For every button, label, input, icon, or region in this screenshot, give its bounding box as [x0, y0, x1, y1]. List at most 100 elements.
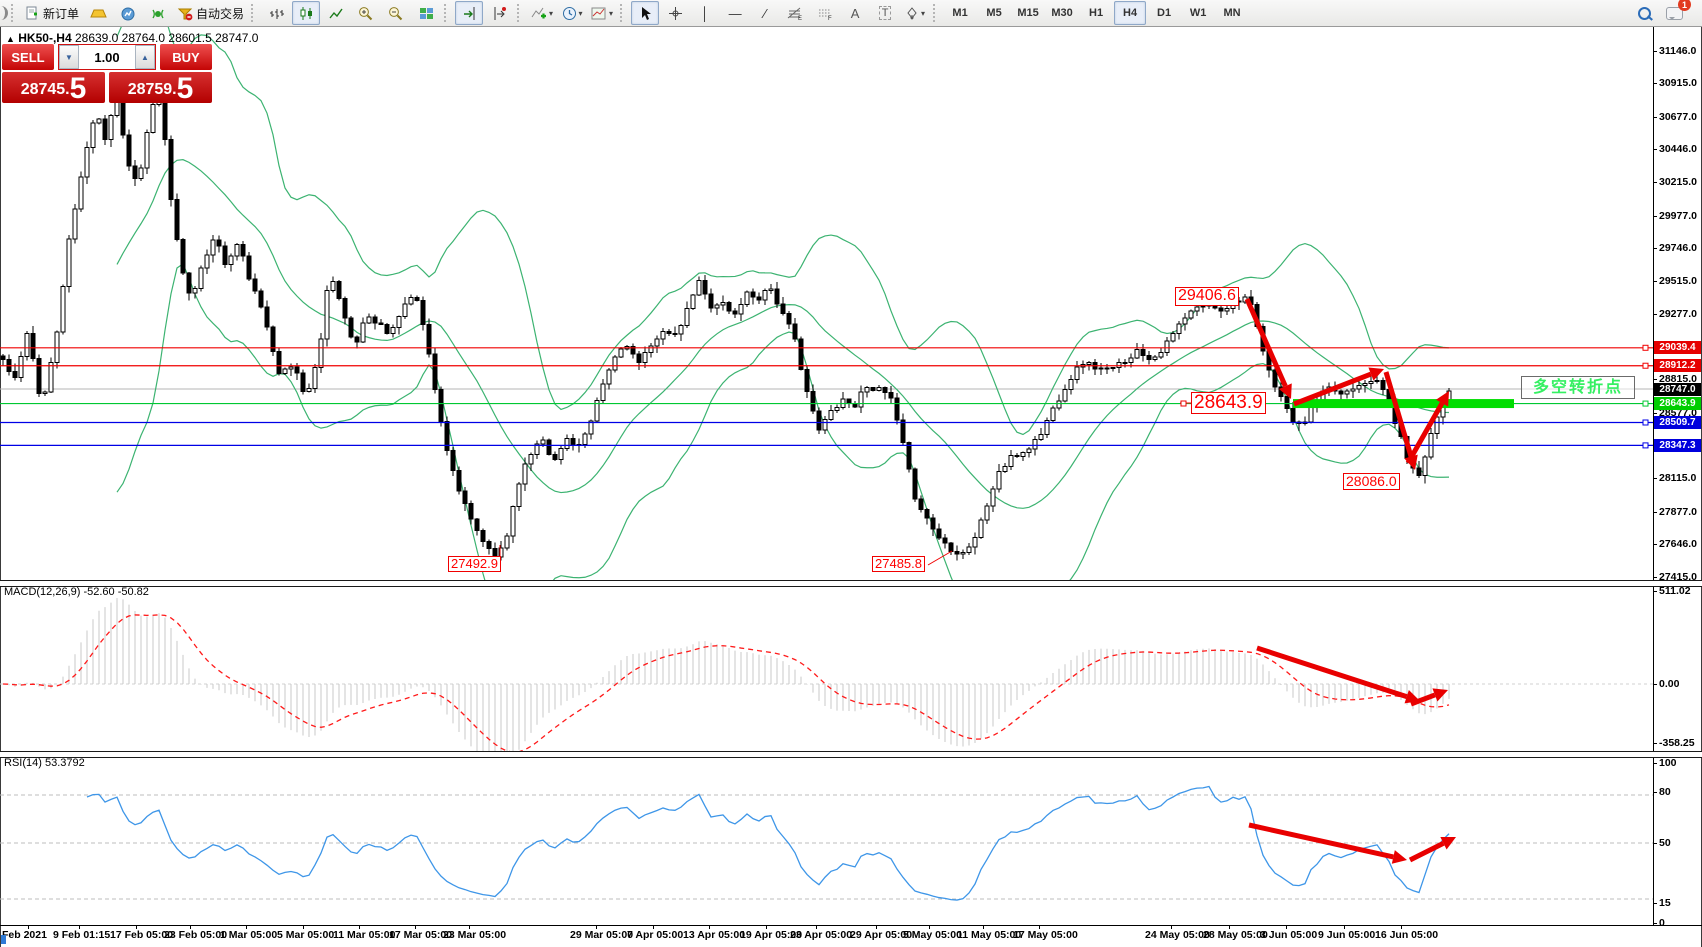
channels-button[interactable]: F — [811, 1, 839, 25]
channels-icon: F — [817, 6, 833, 21]
horizontal-line-button[interactable]: — — [721, 1, 749, 25]
buy-price-big-digit: 5 — [177, 76, 194, 102]
timeframe-w1[interactable]: W1 — [1182, 1, 1214, 25]
price-axis-tick-mark — [1653, 379, 1657, 380]
crosshair-icon — [668, 6, 683, 21]
price-axis-tick: 29277.0 — [1659, 308, 1697, 320]
buy-button[interactable]: BUY — [160, 44, 212, 70]
label-button[interactable]: T — [871, 1, 899, 25]
timeframe-h1[interactable]: H1 — [1080, 1, 1112, 25]
search-icon — [1638, 7, 1651, 20]
signal-button[interactable] — [144, 1, 172, 25]
indicators-icon — [531, 6, 547, 21]
time-axis-label: 11 Mar 05:00 — [333, 929, 395, 941]
candlestick-chart-button[interactable] — [292, 1, 320, 25]
price-axis-tick-mark — [1653, 83, 1657, 84]
rsi-axis-tick: 15 — [1659, 897, 1671, 909]
shapes-button[interactable]: ▾ — [901, 1, 929, 25]
time-axis-label: 7 Apr 05:00 — [627, 929, 683, 941]
auto-trading-label: 自动交易 — [196, 5, 244, 22]
ohlc-values: 28639.0 28764.0 28601.5 28747.0 — [75, 31, 259, 45]
timeframe-d1[interactable]: D1 — [1148, 1, 1180, 25]
gold-button[interactable] — [84, 1, 112, 25]
taskbar-fragment — [1, 935, 6, 944]
timeframe-m1[interactable]: M1 — [944, 1, 976, 25]
periods-button[interactable]: ▾ — [558, 1, 586, 25]
volume-decrease-button[interactable]: ▼ — [59, 45, 79, 69]
new-order-button[interactable]: 新订单 — [22, 1, 82, 25]
sell-price-main: 28745. — [21, 80, 70, 102]
sell-price-display[interactable]: 28745.5 — [2, 72, 105, 103]
market-watch-icon — [120, 6, 136, 21]
macd-indicator-label: MACD(12,26,9) -52.60 -50.82 — [4, 586, 149, 598]
price-axis-tick: 30915.0 — [1659, 77, 1697, 89]
price-callout-28643.9: 28643.9 — [1191, 392, 1266, 414]
time-axis-label: 3 Jun 05:00 — [1260, 929, 1317, 941]
rsi-axis-tick: 50 — [1659, 837, 1671, 849]
notifications-button[interactable]: 1 — [1660, 1, 1688, 25]
rsi-panel-separator[interactable] — [0, 751, 1702, 758]
timeframe-m30[interactable]: M30 — [1046, 1, 1078, 25]
turning-point-annotation: 多空转折点 — [1521, 376, 1635, 399]
price-axis-tick-mark — [1653, 248, 1657, 249]
price-axis-tick-mark — [1653, 544, 1657, 545]
tile-windows-button[interactable] — [412, 1, 440, 25]
chart-ohlc-title: ▲ HK50-,H4 28639.0 28764.0 28601.5 28747… — [6, 31, 258, 45]
toolbar-grip — [11, 4, 17, 22]
indicators-button[interactable]: ▾ — [528, 1, 556, 25]
price-axis-tick-mark — [1653, 413, 1657, 414]
fibonacci-button[interactable]: E — [781, 1, 809, 25]
auto-scroll-icon — [462, 6, 477, 21]
templates-button[interactable]: ▾ — [588, 1, 616, 25]
new-order-icon — [25, 6, 40, 21]
timeframe-h4[interactable]: H4 — [1114, 1, 1146, 25]
zoom-out-button[interactable] — [382, 1, 410, 25]
periods-caret: ▾ — [579, 9, 583, 18]
market-watch-button[interactable] — [114, 1, 142, 25]
auto-scroll-button[interactable] — [455, 1, 483, 25]
price-axis-tick-mark — [1653, 51, 1657, 52]
search-button[interactable] — [1630, 1, 1658, 25]
text-button[interactable]: A — [841, 1, 869, 25]
buy-price-display[interactable]: 28759.5 — [109, 72, 212, 103]
time-axis-label: 1 Mar 05:00 — [220, 929, 277, 941]
price-axis-tick: 29746.0 — [1659, 242, 1697, 254]
price-tag-28509.7: 28509.7 — [1654, 416, 1701, 429]
timeframe-mn[interactable]: MN — [1216, 1, 1248, 25]
candlestick-chart-icon — [299, 6, 314, 21]
time-axis-label: 24 May 05:00 — [1145, 929, 1210, 941]
timeframe-m15[interactable]: M15 — [1012, 1, 1044, 25]
notification-badge: 1 — [1678, 0, 1691, 11]
new-order-label: 新订单 — [43, 5, 79, 22]
bar-chart-button[interactable] — [262, 1, 290, 25]
time-axis-label: 13 Apr 05:00 — [683, 929, 745, 941]
collapse-triangle-icon[interactable]: ▲ — [6, 34, 15, 44]
chart-shift-button[interactable] — [485, 1, 513, 25]
price-axis-tick-mark — [1653, 182, 1657, 183]
volume-increase-button[interactable]: ▲ — [135, 45, 155, 69]
rsi-axis-tick: 0 — [1659, 917, 1665, 929]
price-axis-tick: 27646.0 — [1659, 538, 1697, 550]
macd-panel-separator[interactable] — [0, 580, 1702, 587]
cursor-button[interactable] — [631, 1, 659, 25]
line-chart-button[interactable] — [322, 1, 350, 25]
shapes-caret: ▾ — [921, 9, 925, 18]
vertical-line-button[interactable]: │ — [691, 1, 719, 25]
sell-button[interactable]: SELL — [2, 44, 54, 70]
toolbar-grip — [251, 4, 257, 22]
timeframe-m5[interactable]: M5 — [978, 1, 1010, 25]
zoom-in-button[interactable] — [352, 1, 380, 25]
zoom-out-icon — [388, 6, 404, 21]
time-axis-label: 17 May 05:00 — [1013, 929, 1078, 941]
line-chart-icon — [329, 6, 344, 21]
bar-chart-icon — [269, 6, 284, 21]
time-axis-label: 23 Apr 05:00 — [790, 929, 852, 941]
crosshair-button[interactable] — [661, 1, 689, 25]
gold-bar-icon — [90, 6, 107, 20]
auto-trading-button[interactable]: 自动交易 — [174, 1, 247, 25]
trendline-button[interactable]: ∕ — [751, 1, 779, 25]
price-axis-tick-mark — [1653, 512, 1657, 513]
price-axis-tick: 27877.0 — [1659, 506, 1697, 518]
price-axis-tick: 28115.0 — [1659, 472, 1696, 484]
volume-input[interactable]: 1.00 — [79, 45, 135, 69]
